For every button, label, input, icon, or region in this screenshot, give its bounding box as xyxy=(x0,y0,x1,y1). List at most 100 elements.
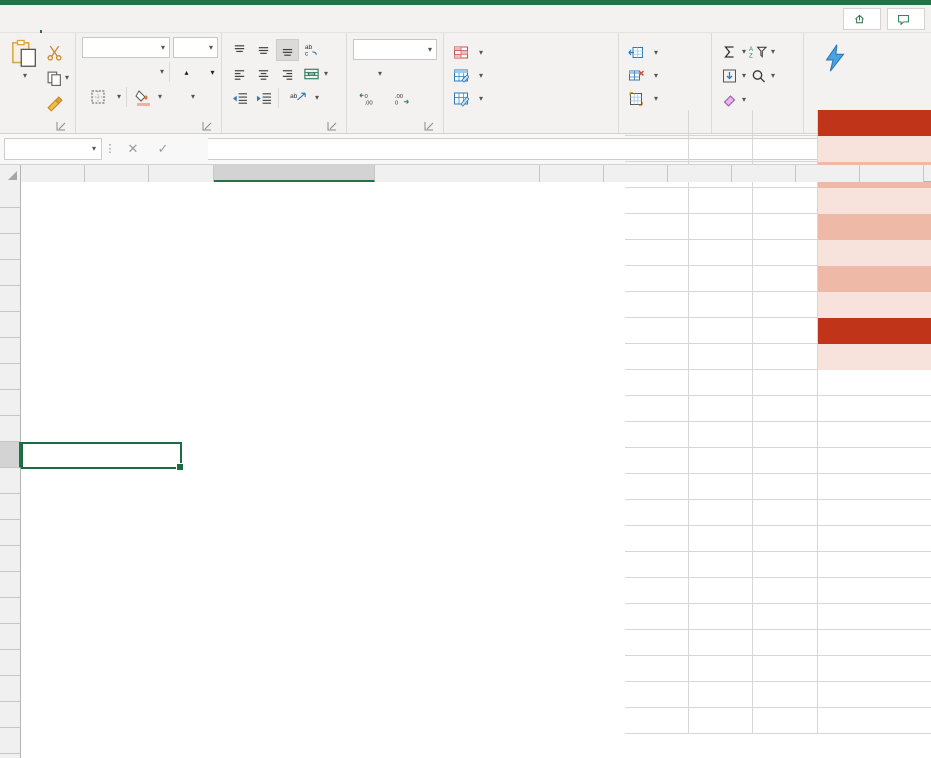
increase-font-size-button[interactable]: ▴ xyxy=(175,61,198,83)
paste-button[interactable]: ▾ xyxy=(6,37,44,80)
column-header-G[interactable] xyxy=(604,165,668,182)
cells-item-caret[interactable]: ▾ xyxy=(654,94,658,103)
row-header-19[interactable] xyxy=(0,650,21,676)
styles-item-caret[interactable]: ▾ xyxy=(479,71,483,80)
align-bottom-button[interactable] xyxy=(276,39,299,61)
share-button[interactable] xyxy=(843,8,881,30)
row-header-12[interactable] xyxy=(0,468,21,494)
find-select-dropdown-caret[interactable]: ▾ xyxy=(771,72,775,80)
font-color-dropdown-caret[interactable]: ▾ xyxy=(191,93,195,101)
number-format-select[interactable]: ▾ xyxy=(353,39,437,60)
select-all-corner[interactable] xyxy=(0,165,21,182)
paste-dropdown-caret[interactable]: ▾ xyxy=(23,72,27,80)
cut-button[interactable] xyxy=(46,41,69,63)
formula-cancel-button[interactable]: ✕ xyxy=(118,138,148,160)
ribbon-tab-view[interactable] xyxy=(184,5,206,33)
alignment-dialog-launcher[interactable] xyxy=(326,120,338,132)
fill-button[interactable] xyxy=(718,65,741,87)
clipboard-dialog-launcher[interactable] xyxy=(55,120,67,132)
merge-center-button[interactable]: ab xyxy=(282,87,314,109)
increase-indent-button[interactable] xyxy=(252,87,275,109)
row-header-11[interactable] xyxy=(0,442,21,468)
column-header-H[interactable] xyxy=(668,165,732,182)
styles-item-caret[interactable]: ▾ xyxy=(479,94,483,103)
column-header-I[interactable] xyxy=(732,165,796,182)
accounting-dropdown-caret[interactable]: ▾ xyxy=(378,70,382,78)
fill-color-button[interactable] xyxy=(132,86,155,108)
font-dialog-launcher[interactable] xyxy=(201,120,213,132)
cells-item-insert[interactable]: ▾ xyxy=(625,41,661,64)
row-header-4[interactable] xyxy=(0,260,21,286)
align-center-button[interactable] xyxy=(252,63,275,85)
row-header-9[interactable] xyxy=(0,390,21,416)
row-header-5[interactable] xyxy=(0,286,21,312)
copy-button[interactable]: ▾ xyxy=(46,67,69,89)
column-header-C[interactable] xyxy=(149,165,214,182)
font-color-button[interactable] xyxy=(165,86,188,108)
row-header-2[interactable] xyxy=(0,208,21,234)
copy-dropdown-caret[interactable]: ▾ xyxy=(65,74,69,82)
decrease-decimal-button[interactable]: .00 0 xyxy=(387,88,419,110)
ribbon-tab-developer[interactable] xyxy=(206,5,228,33)
borders-dropdown-caret[interactable]: ▾ xyxy=(117,93,121,101)
row-header-23[interactable] xyxy=(0,754,21,758)
styles-item-conditional-formatting[interactable]: ▾ xyxy=(450,41,486,64)
row-header-16[interactable] xyxy=(0,572,21,598)
row-header-13[interactable] xyxy=(0,494,21,520)
ribbon-tab-page-layout[interactable] xyxy=(96,5,118,33)
clear-dropdown-caret[interactable]: ▾ xyxy=(742,96,746,104)
row-header-10[interactable] xyxy=(0,416,21,442)
row-header-1[interactable] xyxy=(0,182,21,208)
row-header-17[interactable] xyxy=(0,598,21,624)
column-header-K[interactable] xyxy=(860,165,924,182)
column-header-J[interactable] xyxy=(796,165,860,182)
sort-filter-button[interactable]: A Z xyxy=(747,41,770,63)
ribbon-tab-insert[interactable] xyxy=(52,5,74,33)
ribbon-tab-draw[interactable] xyxy=(74,5,96,33)
styles-item-format-as-table[interactable]: ▾ xyxy=(450,64,486,87)
row-header-20[interactable] xyxy=(0,676,21,702)
row-header-15[interactable] xyxy=(0,546,21,572)
align-top-button[interactable] xyxy=(228,39,251,61)
merge-dropdown-caret[interactable]: ▾ xyxy=(315,94,319,102)
styles-item-caret[interactable]: ▾ xyxy=(479,48,483,57)
cell-D2[interactable] xyxy=(818,136,931,162)
italic-button[interactable] xyxy=(108,61,131,83)
row-header-6[interactable] xyxy=(0,312,21,338)
decrease-indent-button[interactable] xyxy=(228,87,251,109)
ribbon-tab-home[interactable] xyxy=(30,5,52,33)
autosum-dropdown-caret[interactable]: ▾ xyxy=(742,48,746,56)
styles-item-cell-styles[interactable]: ▾ xyxy=(450,87,486,110)
column-header-A[interactable] xyxy=(21,165,85,182)
clear-button[interactable] xyxy=(718,89,741,111)
cells-item-caret[interactable]: ▾ xyxy=(654,48,658,57)
orientation-button[interactable]: ab c xyxy=(300,39,323,61)
column-header-D[interactable] xyxy=(214,165,375,182)
bold-button[interactable] xyxy=(82,61,105,83)
underline-button[interactable] xyxy=(134,61,157,83)
font-family-select[interactable]: ▾ xyxy=(82,37,170,58)
cells-item-format[interactable]: ▾ xyxy=(625,87,661,110)
row-header-8[interactable] xyxy=(0,364,21,390)
insert-function-button[interactable] xyxy=(178,138,208,160)
ribbon-tab-file[interactable] xyxy=(8,5,30,33)
column-header-E[interactable] xyxy=(375,165,540,182)
ribbon-tab-help[interactable] xyxy=(228,5,250,33)
align-right-button[interactable] xyxy=(276,63,299,85)
wrap-text-dropdown-caret[interactable]: ▾ xyxy=(324,70,328,78)
comments-button[interactable] xyxy=(887,8,925,30)
ribbon-tab-review[interactable] xyxy=(162,5,184,33)
format-painter-button[interactable] xyxy=(46,93,69,115)
percent-format-button[interactable] xyxy=(384,63,407,85)
sort-filter-dropdown-caret[interactable]: ▾ xyxy=(771,48,775,56)
decrease-font-size-button[interactable]: ▾ xyxy=(201,61,224,83)
fill-dropdown-caret[interactable]: ▾ xyxy=(742,72,746,80)
cells-item-delete[interactable]: ▾ xyxy=(625,64,661,87)
comma-format-button[interactable] xyxy=(409,63,432,85)
ideas-button[interactable] xyxy=(810,37,860,76)
column-header-B[interactable] xyxy=(85,165,149,182)
row-header-7[interactable] xyxy=(0,338,21,364)
row-header-3[interactable] xyxy=(0,234,21,260)
row-header-14[interactable] xyxy=(0,520,21,546)
row-header-18[interactable] xyxy=(0,624,21,650)
